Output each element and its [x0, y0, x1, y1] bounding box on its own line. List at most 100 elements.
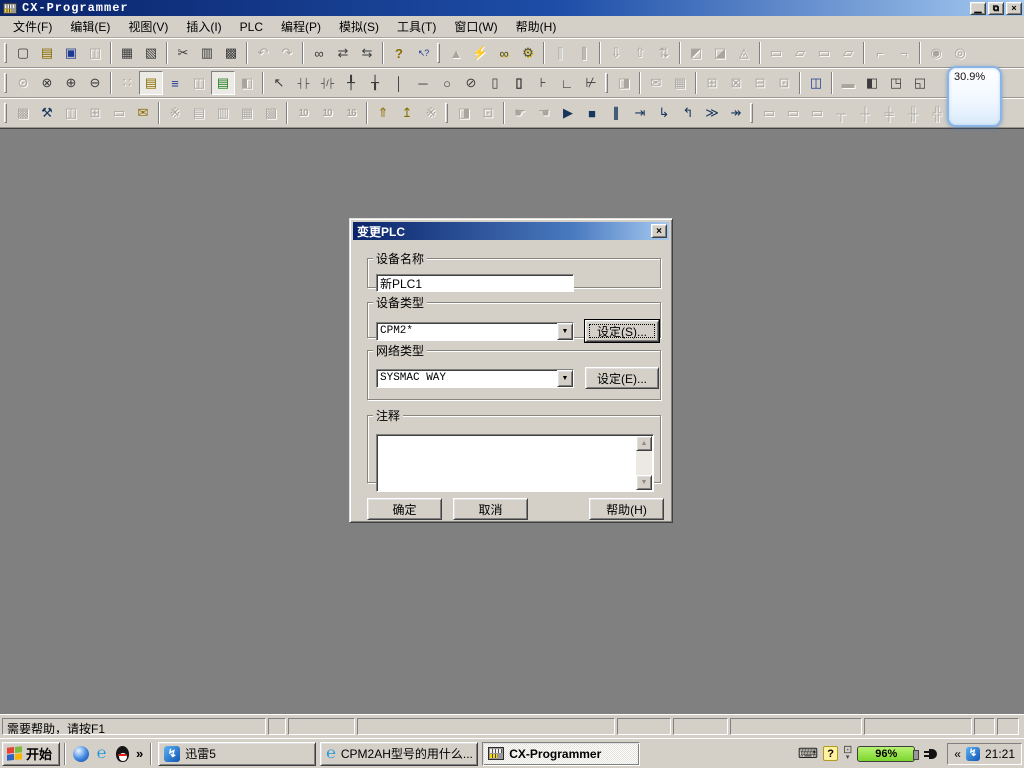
invert-instruction-icon[interactable]: ⊦ — [531, 71, 555, 95]
device-name-input[interactable] — [376, 274, 574, 292]
compile-program-icon[interactable]: ⚒ — [35, 101, 59, 125]
edit-symbol-icon[interactable]: ⊟ — [748, 71, 772, 95]
scroll-down-icon[interactable]: ▼ — [636, 475, 652, 490]
quick-launch-overflow-chevron[interactable]: » — [134, 744, 145, 763]
pause-monitoring-icon[interactable]: ∥ — [548, 41, 572, 65]
qq-messenger-icon[interactable] — [113, 744, 132, 763]
open-project-icon[interactable]: ▤ — [35, 41, 59, 65]
window-plc-memory-icon[interactable]: ▭ — [764, 41, 788, 65]
new-or-closed-contact-icon[interactable]: ╁ — [363, 71, 387, 95]
export-program-icon[interactable]: ✉ — [131, 101, 155, 125]
monitor-mode-icon[interactable]: ◪ — [708, 41, 732, 65]
new-plc-instruction-icon[interactable]: ▯ — [483, 71, 507, 95]
split-window-icon[interactable]: ◫ — [804, 71, 828, 95]
network-type-settings-button[interactable]: 设定(E)... — [585, 367, 659, 389]
new-instruction-icon[interactable]: ▯ — [507, 71, 531, 95]
ok-button[interactable]: 确定 — [367, 498, 442, 520]
context-help-icon[interactable]: ↖? — [411, 41, 435, 65]
scroll-up-icon[interactable]: ▲ — [636, 436, 652, 451]
tray-help-icon[interactable]: ? — [823, 746, 838, 761]
menu-item[interactable]: 模拟(S) — [330, 15, 388, 38]
cut-icon[interactable]: ✂ — [171, 41, 195, 65]
close-button[interactable]: × — [1006, 2, 1022, 15]
cancel-button[interactable]: 取消 — [453, 498, 528, 520]
work-bit-grid-5-icon[interactable]: ╬ — [925, 101, 949, 125]
help-topics-icon[interactable]: ? — [387, 41, 411, 65]
device-type-combo[interactable]: CPM2* ▼ — [376, 322, 574, 341]
sim-run-icon[interactable]: ▶ — [556, 101, 580, 125]
window-io-table-icon[interactable]: ▱ — [788, 41, 812, 65]
online-edit-cancel-icon[interactable]: ◎ — [948, 41, 972, 65]
auto-online-icon[interactable]: ⚡ — [468, 41, 492, 65]
dialog-close-icon[interactable]: × — [651, 224, 667, 238]
sim-step-in-icon[interactable]: ↳ — [652, 101, 676, 125]
edit-address-icon[interactable]: ⊡ — [772, 71, 796, 95]
comment-list-icon[interactable]: ▥ — [211, 101, 235, 125]
monitor-signed-icon[interactable]: 10 — [315, 101, 339, 125]
menu-item[interactable]: 编程(P) — [272, 15, 330, 38]
program-properties-icon[interactable]: ⊞ — [83, 101, 107, 125]
edit-symbols-icon[interactable]: ※ — [163, 101, 187, 125]
compare-with-plc-icon[interactable]: ⇅ — [652, 41, 676, 65]
toggle-project-workspace-icon[interactable]: ▤ — [139, 71, 163, 95]
io-comment-view-1-icon[interactable]: ▭ — [757, 101, 781, 125]
goto-next-icon[interactable]: ↥ — [395, 101, 419, 125]
online-edit-send-icon[interactable]: ◉ — [924, 41, 948, 65]
monitor-window-3-icon[interactable]: ◳ — [884, 71, 908, 95]
new-file-icon[interactable]: ▢ — [11, 41, 35, 65]
task-button-cx-programmer[interactable]: CX-Programmer — [482, 742, 640, 766]
zoom-out-icon[interactable]: ⊖ — [83, 71, 107, 95]
edit-annotation-icon[interactable]: ⊠ — [724, 71, 748, 95]
chevron-down-icon[interactable]: ▼ — [557, 323, 573, 340]
work-bit-grid-2-icon[interactable]: ┼ — [853, 101, 877, 125]
find-icon[interactable]: ∞ — [307, 41, 331, 65]
pause-icon[interactable]: ∥ — [572, 41, 596, 65]
work-online-simulator-icon[interactable]: ∞ — [492, 41, 516, 65]
chevron-down-icon[interactable]: ▼ — [557, 370, 573, 387]
window-settings-icon[interactable]: ▭ — [812, 41, 836, 65]
monitor-window-2-icon[interactable]: ◧ — [860, 71, 884, 95]
new-coil-icon[interactable]: ○ — [435, 71, 459, 95]
show-comments-icon[interactable]: ▦ — [668, 71, 692, 95]
change-model-icon[interactable]: ◫ — [83, 41, 107, 65]
new-closed-contact-icon[interactable]: ┤/├ — [315, 71, 339, 95]
set-value-icon[interactable]: ⌐ — [868, 41, 892, 65]
help-button[interactable]: 帮助(H) — [589, 498, 664, 520]
network-type-combo[interactable]: SYSMAC WAY ▼ — [376, 369, 574, 388]
new-horizontal-icon[interactable]: ─ — [411, 71, 435, 95]
goto-rung-icon[interactable]: ※ — [419, 101, 443, 125]
rung-annotation-icon[interactable]: ▦ — [235, 101, 259, 125]
sim-scan-run-icon[interactable]: ↠ — [724, 101, 748, 125]
monitor-window-4-icon[interactable]: ◱ — [908, 71, 932, 95]
online-edit-mode-icon[interactable]: ⚙ — [516, 41, 540, 65]
compile-all-icon[interactable]: ▩ — [11, 101, 35, 125]
sim-stop-icon[interactable]: ■ — [580, 101, 604, 125]
run-mode-icon[interactable]: ◩ — [684, 41, 708, 65]
work-online-icon[interactable]: ▲ — [444, 41, 468, 65]
show-grid-icon[interactable]: ∷ — [115, 71, 139, 95]
symbol-usage-icon[interactable]: ▧ — [259, 101, 283, 125]
io-comment-view-3-icon[interactable]: ▭ — [805, 101, 829, 125]
work-bit-grid-1-icon[interactable]: ┬ — [829, 101, 853, 125]
menu-item[interactable]: 插入(I) — [177, 15, 230, 38]
work-bit-grid-4-icon[interactable]: ╫ — [901, 101, 925, 125]
internet-explorer-icon[interactable]: ℮ — [92, 744, 111, 763]
find-replace-icon[interactable]: ⇆ — [355, 41, 379, 65]
zoom-reset-icon[interactable]: ⊗ — [35, 71, 59, 95]
address-reference-icon[interactable]: ▤ — [187, 101, 211, 125]
comment-textarea[interactable]: ▲ ▼ — [376, 434, 654, 492]
section-list-icon[interactable]: ▭ — [107, 101, 131, 125]
breakpoint-icon[interactable]: ☛ — [508, 101, 532, 125]
io-comment-view-2-icon[interactable]: ▭ — [781, 101, 805, 125]
delete-line-icon[interactable]: ⊬ — [579, 71, 603, 95]
toggle-watch-window-icon[interactable]: ◫ — [187, 71, 211, 95]
work-bit-grid-3-icon[interactable]: ╪ — [877, 101, 901, 125]
selection-mode-icon[interactable]: ↖ — [267, 71, 291, 95]
download-to-plc-icon[interactable]: ⇩ — [604, 41, 628, 65]
program-mode-icon[interactable]: ◬ — [732, 41, 756, 65]
menu-item[interactable]: 帮助(H) — [507, 15, 566, 38]
menu-item[interactable]: 编辑(E) — [61, 15, 119, 38]
symbol-editor-icon[interactable]: ◨ — [612, 71, 636, 95]
toggle-local-symbols-icon[interactable]: ▤ — [211, 71, 235, 95]
redo-icon[interactable]: ↷ — [275, 41, 299, 65]
